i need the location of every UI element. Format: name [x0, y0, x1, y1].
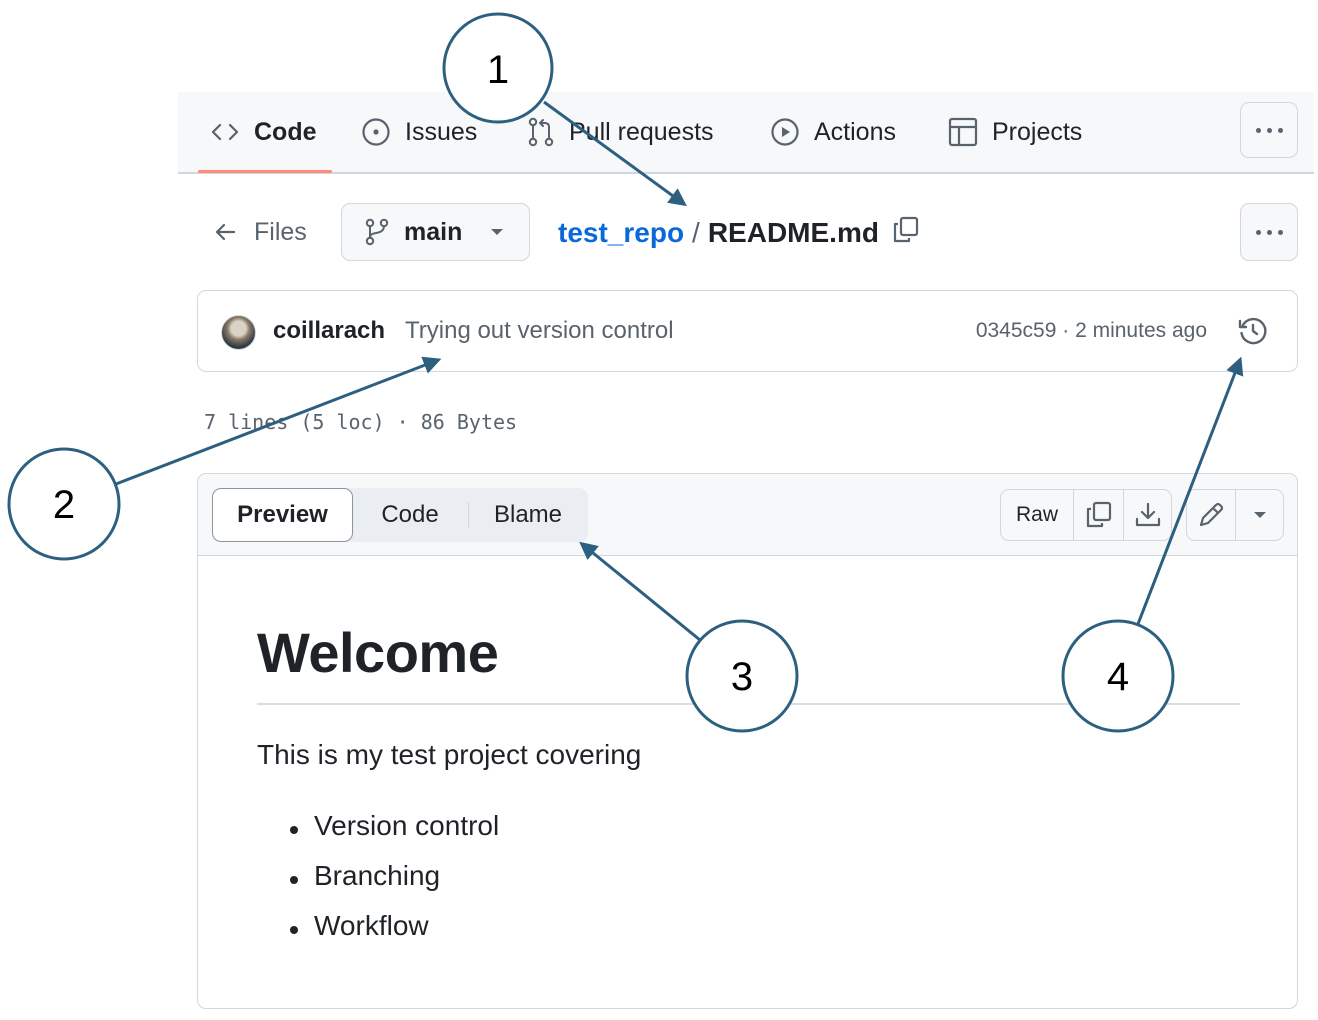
repo-nav: Code Issues Pull requests Actions Projec… — [178, 92, 1314, 174]
edit-actions-group — [1186, 489, 1284, 541]
edit-dropdown-button[interactable] — [1236, 490, 1283, 540]
breadcrumb-separator: / — [692, 217, 700, 248]
tab-issues-label: Issues — [405, 117, 478, 146]
branch-name: main — [404, 217, 463, 246]
tab-issues[interactable]: Issues — [361, 92, 477, 172]
breadcrumb: test_repo / README.md — [558, 212, 921, 254]
arrow-left-icon — [215, 223, 236, 241]
download-button[interactable] — [1124, 490, 1171, 540]
tab-code-label: Code — [254, 117, 317, 146]
commit-sha[interactable]: 0345c59 — [976, 319, 1057, 342]
tab-code-view-label: Code — [381, 501, 439, 528]
tab-blame[interactable]: Blame — [474, 488, 582, 542]
list-item: Branching — [257, 860, 499, 910]
seg-divider — [468, 502, 469, 528]
avatar[interactable] — [221, 315, 256, 350]
tab-projects-label: Projects — [992, 117, 1083, 146]
history-button[interactable] — [1237, 315, 1269, 352]
raw-actions-group: Raw — [1000, 489, 1172, 541]
issue-opened-icon — [362, 118, 390, 146]
kebab-horizontal-icon — [1255, 127, 1283, 133]
pencil-icon — [1199, 502, 1224, 527]
commit-message[interactable]: Trying out version control — [405, 317, 674, 345]
file-info: 7 lines (5 loc) · 86 Bytes — [204, 410, 518, 434]
back-to-files-label: Files — [254, 217, 307, 246]
file-viewer: Preview Code Blame Raw Welcome This is m… — [197, 473, 1298, 1009]
callout-2-circle — [7, 447, 121, 561]
code-icon — [211, 123, 239, 141]
tab-blame-label: Blame — [493, 501, 563, 528]
git-pull-request-icon — [528, 117, 554, 147]
tab-preview-label: Preview — [237, 501, 328, 528]
play-icon — [771, 118, 799, 146]
list-item: Workflow — [257, 910, 499, 960]
commit-author[interactable]: coillarach — [273, 317, 385, 345]
readme-list: Version control Branching Workflow — [257, 810, 499, 960]
history-icon — [1238, 317, 1267, 345]
triangle-down-icon — [491, 229, 504, 235]
latest-commit-box: coillarach Trying out version control 03… — [197, 290, 1298, 372]
tab-code[interactable]: Code — [210, 92, 317, 172]
kebab-horizontal-icon — [1255, 229, 1283, 235]
repo-nav-more-button[interactable] — [1240, 102, 1298, 158]
raw-button[interactable]: Raw — [1001, 490, 1074, 540]
tab-actions[interactable]: Actions — [770, 92, 896, 172]
copy-icon — [1086, 501, 1111, 528]
tab-actions-label: Actions — [814, 117, 896, 146]
file-more-button[interactable] — [1240, 203, 1298, 261]
tab-pull-requests-label: Pull requests — [569, 117, 714, 146]
copy-icon — [893, 216, 919, 242]
callout-2-label: 2 — [53, 483, 75, 527]
copy-path-button[interactable] — [891, 215, 921, 252]
tab-code-view[interactable]: Code — [358, 488, 462, 542]
edit-file-button[interactable] — [1187, 490, 1236, 540]
tab-projects[interactable]: Projects — [948, 92, 1082, 172]
download-icon — [1135, 502, 1160, 527]
raw-button-label: Raw — [1015, 503, 1058, 526]
list-item: Version control — [257, 810, 499, 860]
tab-preview[interactable]: Preview — [212, 488, 353, 542]
commit-meta-separator: · — [1062, 319, 1070, 342]
copy-raw-button[interactable] — [1074, 490, 1124, 540]
branch-selector[interactable]: main — [341, 203, 530, 261]
active-tab-indicator — [198, 170, 332, 173]
commit-meta: 0345c59 · 2 minutes ago — [976, 319, 1207, 343]
readme-heading: Welcome — [257, 621, 499, 684]
heading-divider — [257, 703, 1240, 705]
callout-1-label: 1 — [487, 48, 509, 92]
readme-paragraph: This is my test project covering — [257, 739, 642, 770]
table-icon — [948, 117, 978, 147]
breadcrumb-file-name: README.md — [707, 217, 879, 248]
back-to-files-link[interactable]: Files — [212, 210, 307, 254]
file-viewer-header: Preview Code Blame Raw — [198, 474, 1297, 556]
view-mode-switcher: Preview Code Blame — [212, 488, 588, 542]
breadcrumb-repo-link[interactable]: test_repo — [558, 217, 684, 249]
git-branch-icon — [365, 218, 389, 246]
tab-pull-requests[interactable]: Pull requests — [527, 92, 714, 172]
triangle-down-icon — [1253, 512, 1266, 518]
commit-time: 2 minutes ago — [1075, 319, 1207, 342]
